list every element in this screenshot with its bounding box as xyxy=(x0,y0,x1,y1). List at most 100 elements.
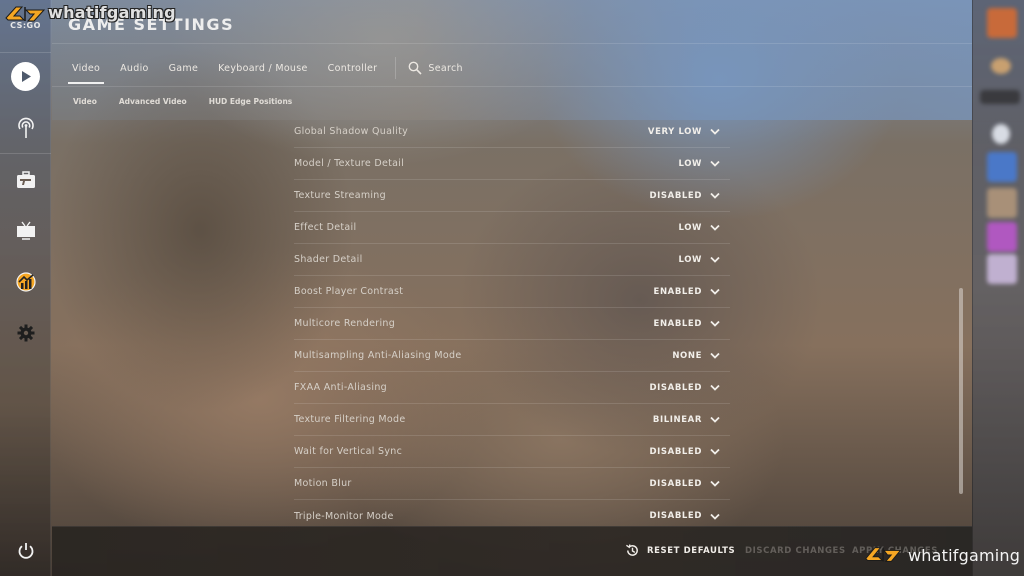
setting-dropdown[interactable]: ENABLED xyxy=(654,319,720,329)
history-icon xyxy=(626,544,638,556)
subtab-bar: Video Advanced Video HUD Edge Positions xyxy=(73,97,314,106)
setting-value: DISABLED xyxy=(649,382,702,393)
setting-row-boost-player-contrast[interactable]: Boost Player Contrast ENABLED xyxy=(294,276,730,308)
setting-value: LOW xyxy=(678,254,702,265)
nav-divider xyxy=(0,52,51,53)
nav-watch-button[interactable] xyxy=(10,112,41,143)
setting-row-model-texture-detail[interactable]: Model / Texture Detail LOW xyxy=(294,148,730,180)
tab-video[interactable]: Video xyxy=(67,63,105,84)
subtab-hud-edge-positions[interactable]: HUD Edge Positions xyxy=(209,97,293,106)
setting-label: Multicore Rendering xyxy=(294,318,396,329)
reset-defaults-label: RESET DEFAULTS xyxy=(647,545,736,556)
setting-value: VERY LOW xyxy=(647,126,702,137)
scrollbar-thumb[interactable] xyxy=(959,288,963,494)
setting-dropdown[interactable]: LOW xyxy=(678,255,720,265)
whatifgaming-logo-icon xyxy=(865,547,902,562)
nav-tv-button[interactable] xyxy=(10,215,41,246)
nav-settings-button[interactable] xyxy=(10,317,41,348)
setting-value: DISABLED xyxy=(649,190,702,201)
setting-row-texture-filtering-mode[interactable]: Texture Filtering Mode BILINEAR xyxy=(294,404,730,436)
discard-changes-button[interactable]: DISCARD CHANGES xyxy=(745,546,846,556)
search-button[interactable]: Search xyxy=(408,61,463,75)
avatar[interactable] xyxy=(987,222,1017,252)
left-nav: CS:GO xyxy=(0,0,51,576)
setting-row-vertical-sync[interactable]: Wait for Vertical Sync DISABLED xyxy=(294,436,730,468)
watermark-top: whatifgaming xyxy=(48,3,176,22)
avatar[interactable] xyxy=(991,58,1011,74)
gear-icon xyxy=(17,324,34,341)
setting-dropdown[interactable]: LOW xyxy=(678,159,720,169)
play-icon xyxy=(21,71,31,82)
setting-dropdown[interactable]: DISABLED xyxy=(650,479,720,489)
play-button[interactable] xyxy=(11,62,40,91)
setting-value: DISABLED xyxy=(649,511,702,521)
setting-value: LOW xyxy=(678,222,702,233)
chevron-down-icon xyxy=(710,480,720,487)
setting-dropdown[interactable]: VERY LOW xyxy=(648,127,720,137)
subtab-video[interactable]: Video xyxy=(73,97,97,106)
subtab-advanced-video[interactable]: Advanced Video xyxy=(119,97,187,106)
power-icon xyxy=(18,542,33,559)
setting-label: Triple-Monitor Mode xyxy=(294,510,394,522)
setting-value: ENABLED xyxy=(653,318,702,329)
setting-label: Shader Detail xyxy=(294,254,363,265)
chevron-down-icon xyxy=(710,416,720,423)
setting-row-texture-streaming[interactable]: Texture Streaming DISABLED xyxy=(294,180,730,212)
setting-label: Boost Player Contrast xyxy=(294,286,404,297)
nav-stats-button[interactable] xyxy=(10,266,41,297)
settings-list: Global Shadow Quality VERY LOW Model / T… xyxy=(294,116,730,532)
tab-separator xyxy=(395,57,397,79)
chevron-down-icon xyxy=(710,128,720,135)
power-button[interactable] xyxy=(10,535,41,566)
nav-inventory-button[interactable] xyxy=(10,164,41,195)
tab-controller[interactable]: Controller xyxy=(328,63,378,74)
avatar[interactable] xyxy=(987,254,1017,284)
setting-value: DISABLED xyxy=(649,478,702,489)
setting-label: Texture Filtering Mode xyxy=(294,414,406,425)
status-bar[interactable] xyxy=(980,90,1020,104)
setting-label: Texture Streaming xyxy=(294,190,386,201)
chevron-down-icon xyxy=(710,224,720,231)
tab-audio[interactable]: Audio xyxy=(120,63,149,74)
setting-dropdown[interactable]: DISABLED xyxy=(650,511,720,521)
search-label: Search xyxy=(428,62,463,74)
setting-label: Wait for Vertical Sync xyxy=(294,446,403,457)
friends-panel xyxy=(972,0,1024,576)
chevron-down-icon xyxy=(710,160,720,167)
setting-dropdown[interactable]: ENABLED xyxy=(654,287,720,297)
avatar[interactable] xyxy=(987,8,1017,38)
setting-dropdown[interactable]: BILINEAR xyxy=(653,415,720,425)
setting-dropdown[interactable]: NONE xyxy=(672,351,720,361)
setting-dropdown[interactable]: DISABLED xyxy=(650,191,720,201)
setting-dropdown[interactable]: DISABLED xyxy=(650,447,720,457)
chevron-down-icon xyxy=(710,256,720,263)
tab-keyboard-mouse[interactable]: Keyboard / Mouse xyxy=(218,63,308,74)
setting-row-motion-blur[interactable]: Motion Blur DISABLED xyxy=(294,468,730,500)
setting-value: BILINEAR xyxy=(652,414,702,425)
search-icon xyxy=(408,61,422,75)
setting-label: Effect Detail xyxy=(294,222,357,233)
avatar[interactable] xyxy=(987,188,1017,218)
setting-row-multicore-rendering[interactable]: Multicore Rendering ENABLED xyxy=(294,308,730,340)
setting-value: NONE xyxy=(672,350,702,361)
avatar[interactable] xyxy=(992,124,1010,144)
setting-row-shader-detail[interactable]: Shader Detail LOW xyxy=(294,244,730,276)
setting-label: Motion Blur xyxy=(294,478,352,489)
setting-row-fxaa[interactable]: FXAA Anti-Aliasing DISABLED xyxy=(294,372,730,404)
setting-dropdown[interactable]: LOW xyxy=(678,223,720,233)
watermark-bottom: whatifgaming xyxy=(864,544,1020,566)
tab-bar: Video Audio Game Keyboard / Mouse Contro… xyxy=(67,57,463,84)
chevron-down-icon xyxy=(710,320,720,327)
setting-row-effect-detail[interactable]: Effect Detail LOW xyxy=(294,212,730,244)
tab-game[interactable]: Game xyxy=(169,63,198,74)
tabs-divider xyxy=(52,86,972,87)
reset-defaults-button[interactable]: RESET DEFAULTS xyxy=(625,543,735,558)
avatar[interactable] xyxy=(987,152,1017,182)
watermark-text: whatifgaming xyxy=(908,545,1021,565)
setting-row-global-shadow-quality[interactable]: Global Shadow Quality VERY LOW xyxy=(294,116,730,148)
setting-row-msaa-mode[interactable]: Multisampling Anti-Aliasing Mode NONE xyxy=(294,340,730,372)
stats-icon xyxy=(15,271,36,292)
header-divider xyxy=(52,43,972,44)
setting-value: LOW xyxy=(678,158,702,169)
setting-dropdown[interactable]: DISABLED xyxy=(650,383,720,393)
